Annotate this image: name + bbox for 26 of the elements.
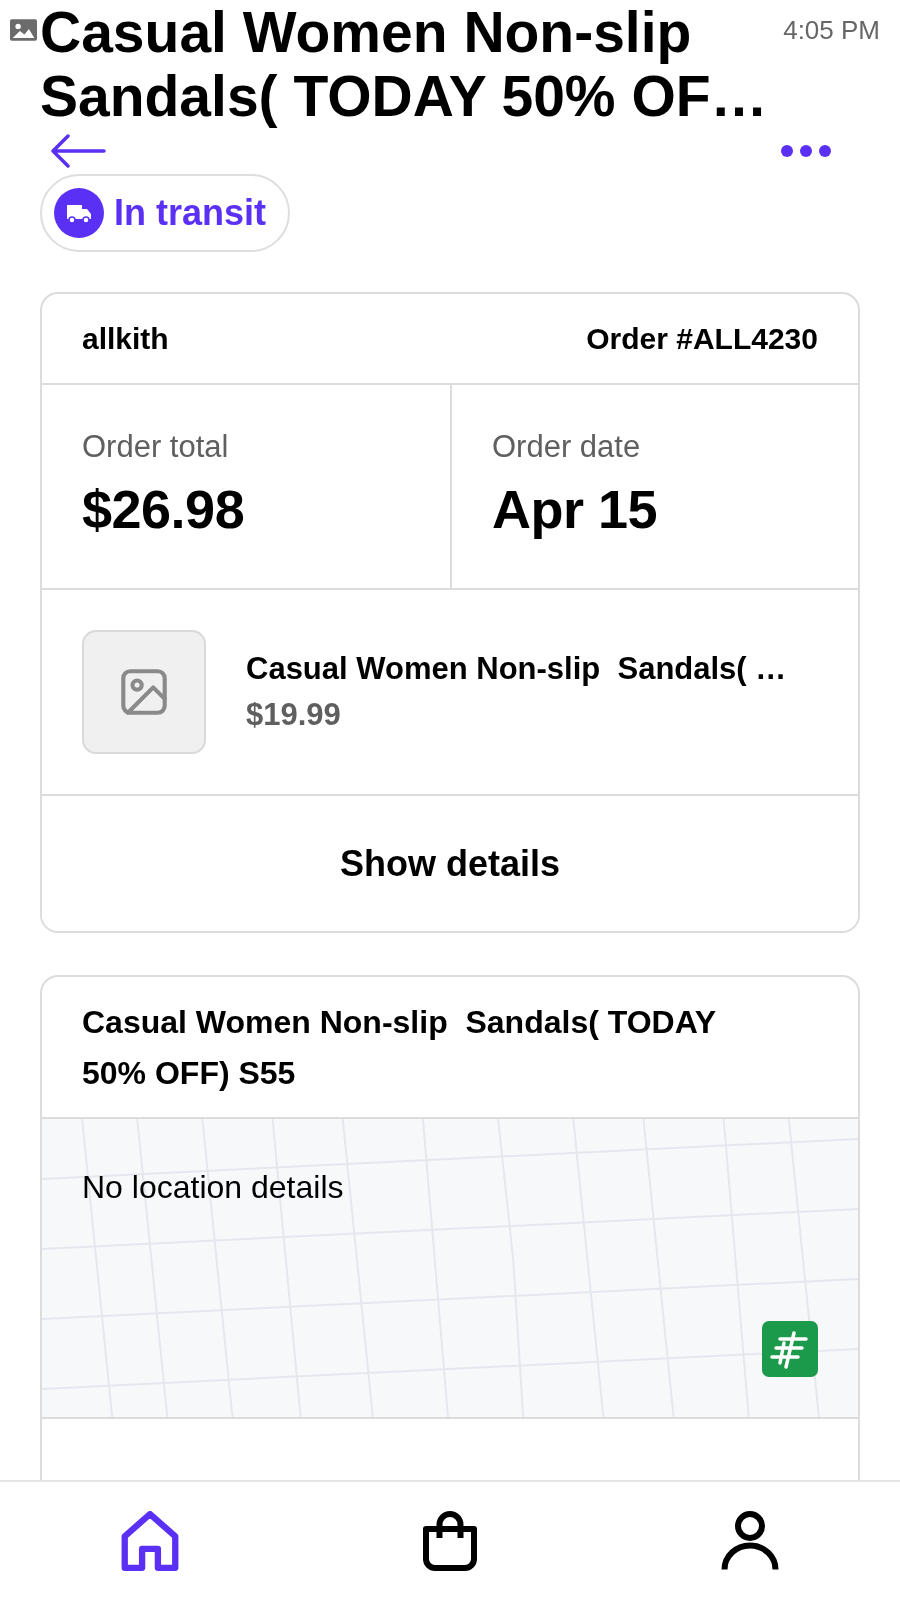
stat-label: Order date xyxy=(492,429,642,465)
back-arrow-icon xyxy=(50,134,106,168)
tracking-title: Casual Women Non-slip Sandals( TODAY 50% OFF) S55 xyxy=(82,1003,717,1093)
stat-value: $26.98 xyxy=(82,479,246,539)
shopping-bag-icon xyxy=(421,1511,479,1571)
store-name: allkith xyxy=(82,321,169,357)
status-label: In transit xyxy=(114,195,266,231)
more-dots-icon xyxy=(780,144,832,158)
home-icon xyxy=(121,1511,179,1571)
page-title: Casual Women Non-slip Sandals( TODAY 50% OF… xyxy=(40,0,769,128)
stat-value: Apr 15 xyxy=(492,479,659,539)
location-message: No location details xyxy=(82,1168,344,1207)
home-nav-button[interactable] xyxy=(119,1509,181,1573)
image-icon xyxy=(121,669,167,715)
gallery-icon xyxy=(10,19,37,41)
more-button[interactable] xyxy=(780,144,832,158)
item-title: Casual Women Non-slip Sandals( … xyxy=(246,650,787,688)
item-price: $19.99 xyxy=(246,696,342,734)
stat-label: Order total xyxy=(82,429,230,465)
carrier-logo-icon xyxy=(762,1321,818,1377)
account-nav-button[interactable] xyxy=(719,1509,781,1573)
order-number: Order #ALL4230 xyxy=(586,321,818,357)
truck-icon xyxy=(54,188,104,238)
status-time: 4:05 PM xyxy=(783,17,880,43)
back-button[interactable] xyxy=(50,134,106,168)
user-icon xyxy=(721,1511,779,1571)
